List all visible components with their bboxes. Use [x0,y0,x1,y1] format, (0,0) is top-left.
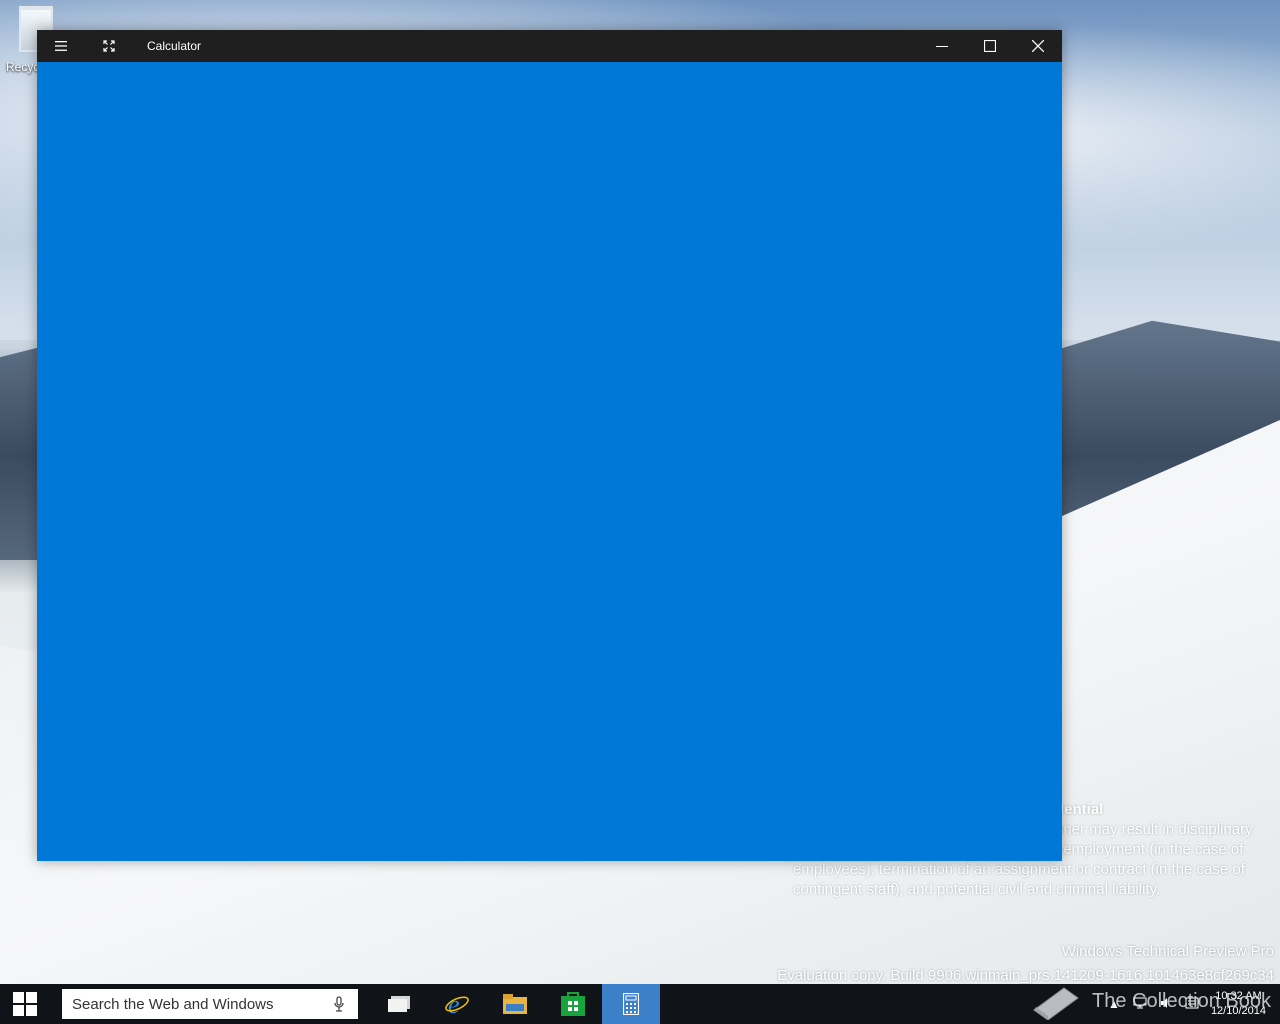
hamburger-icon[interactable] [37,30,85,62]
calculator-taskbar-icon[interactable] [602,984,660,1024]
window-controls [918,30,1062,62]
minimize-icon[interactable] [918,30,966,62]
collection-book-logo: The Collection Book [1030,982,1271,1020]
book-icon [1033,987,1079,1020]
watermark-line: employees), termination of an assignment… [793,861,1245,878]
search-input[interactable] [70,994,324,1014]
task-view-icon[interactable] [370,984,428,1024]
file-explorer-icon[interactable] [486,984,544,1024]
search-box[interactable] [62,989,358,1019]
svg-text:e: e [448,992,460,1016]
build-info: Windows Technical Preview Pro Evaluation… [777,940,1274,988]
calculator-window: Calculator [37,30,1062,861]
watermark-line: contingent staff), and potential civil a… [793,881,1161,898]
start-button[interactable] [0,984,50,1024]
windows-logo-icon [13,992,37,1016]
microphone-icon[interactable] [324,996,354,1012]
watermark-title: dential [1055,801,1104,818]
maximize-icon[interactable] [966,30,1014,62]
watermark-line: nner may result in disciplinary [1055,821,1253,838]
title-bar[interactable]: Calculator [37,30,1062,62]
store-icon[interactable] [544,984,602,1024]
edition-text: Windows Technical Preview Pro [1061,943,1274,960]
watermark-line: f employment (in the case of [1055,841,1244,858]
internet-explorer-icon[interactable]: e [428,984,486,1024]
calculator-content-area [37,62,1062,861]
close-icon[interactable] [1014,30,1062,62]
collection-book-text: The Collection Book [1092,989,1271,1012]
fullscreen-icon[interactable] [85,30,133,62]
window-title: Calculator [147,39,202,53]
